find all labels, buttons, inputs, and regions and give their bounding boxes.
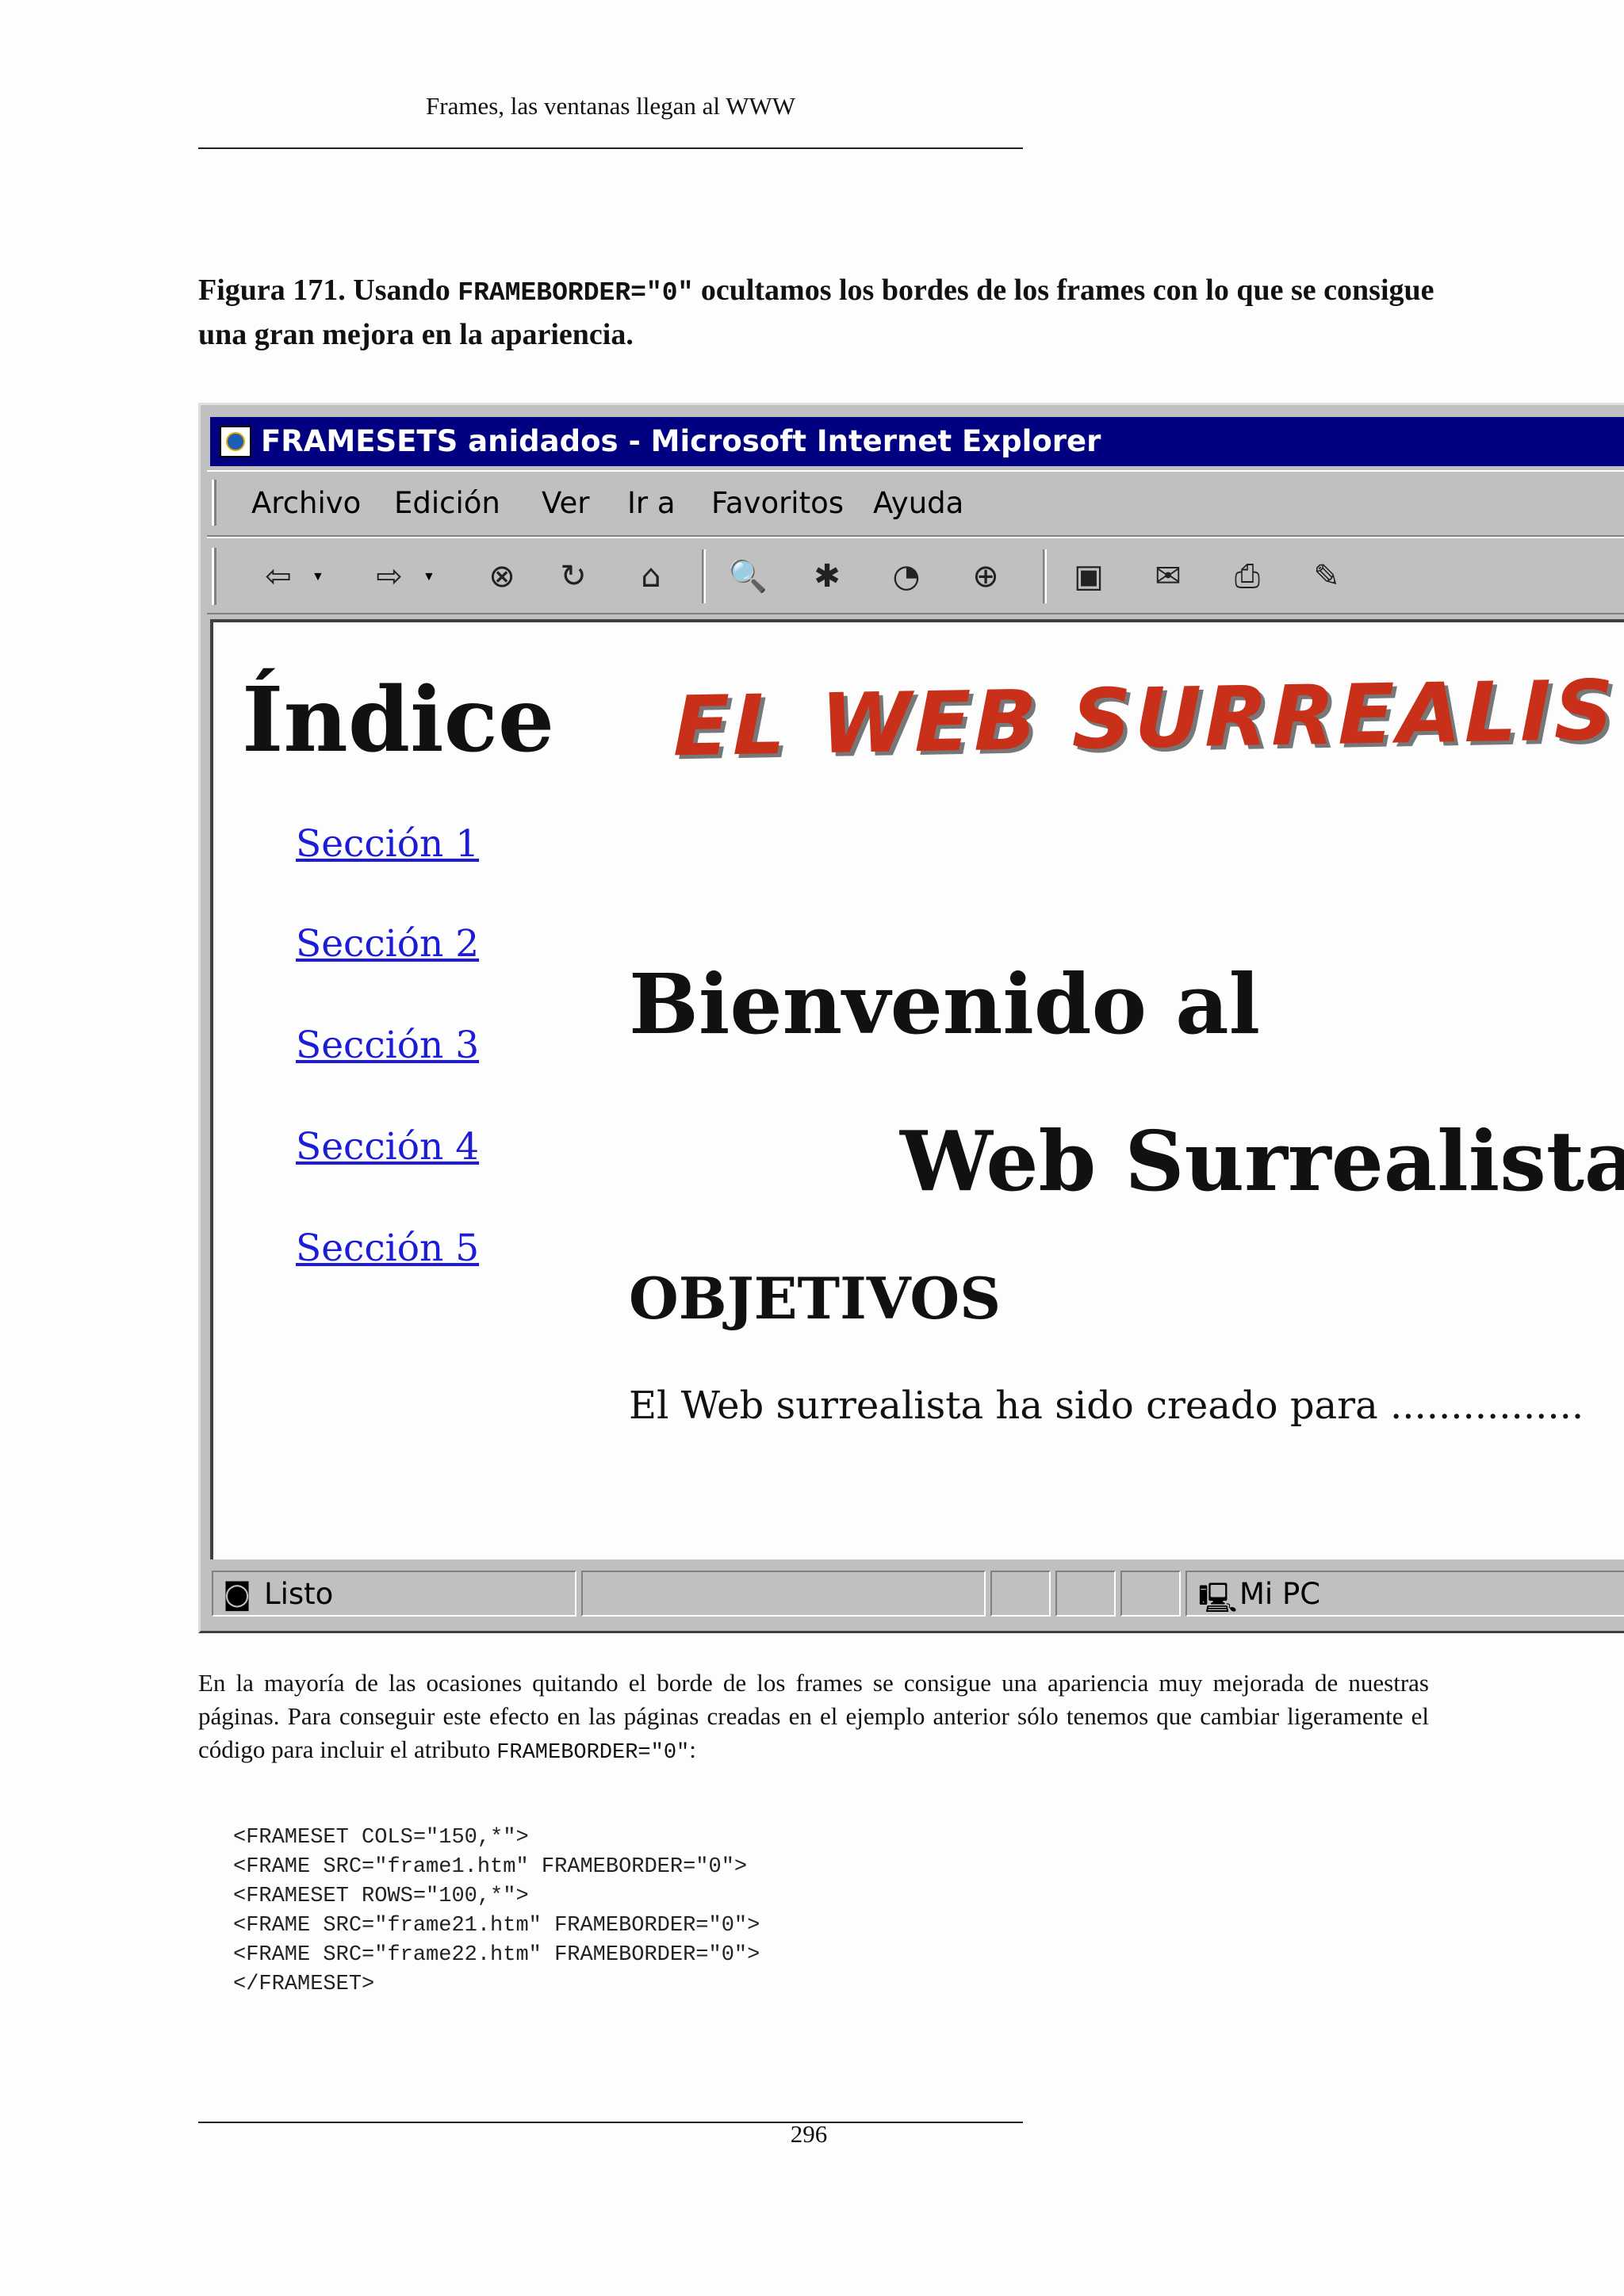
status-bar: ◙ Listo 🖳 Mi PC — [207, 1567, 1624, 1620]
edit-icon[interactable]: ✎ — [1301, 553, 1352, 600]
back-dropdown-icon[interactable]: ▼ — [312, 570, 324, 584]
stop-icon[interactable]: ⊗ — [477, 553, 527, 600]
home-icon[interactable]: ⌂ — [626, 553, 676, 600]
content-area: Índice Sección 1 Sección 2 Sección 3 Sec… — [210, 619, 1624, 1559]
favorites-icon[interactable]: ✱ — [802, 553, 852, 600]
status-panel — [1120, 1571, 1181, 1617]
code-line: <FRAME SRC="frame22.htm" FRAMEBORDER="0"… — [233, 1943, 760, 1967]
forward-icon[interactable]: ⇨ — [364, 553, 415, 600]
section-link-4[interactable]: Sección 4 — [296, 1125, 479, 1169]
page-icon: ◙ — [223, 1577, 251, 1611]
ie-logo-icon — [220, 426, 251, 457]
forward-dropdown-icon[interactable]: ▼ — [423, 570, 435, 584]
paragraph-end: : — [689, 1735, 696, 1763]
search-icon[interactable]: 🔍 — [722, 553, 773, 600]
print-icon[interactable]: ⎙ — [1222, 553, 1273, 600]
code-line: </FRAMESET> — [233, 1973, 375, 1996]
toolbar: ⇦ ▼ ⇨ ▼ ⊗ ↻ ⌂ 🔍 ✱ ◔ ⊕ ▣ ✉ ⎙ ✎ — [207, 537, 1624, 614]
header-rule — [198, 147, 1023, 149]
zone-text: Mi PC — [1239, 1577, 1321, 1611]
paragraph-code: FRAMEBORDER="0" — [496, 1741, 690, 1765]
code-line: <FRAME SRC="frame1.htm" FRAMEBORDER="0"> — [233, 1855, 748, 1879]
status-text: Listo — [264, 1577, 334, 1611]
caption-label: Figura 171. — [198, 274, 346, 307]
code-listing: <FRAMESET COLS="150,*"> <FRAME SRC="frame… — [233, 1823, 760, 1999]
menu-grip[interactable] — [212, 480, 216, 526]
menu-favoritos[interactable]: Favoritos — [711, 486, 844, 520]
status-panel-progress — [581, 1571, 986, 1617]
mail-icon[interactable]: ✉ — [1143, 553, 1193, 600]
welcome-line-2: Web Surrealista — [900, 1112, 1624, 1210]
site-banner: EL WEB SURREALIS — [673, 661, 1617, 775]
code-line: <FRAMESET ROWS="100,*"> — [233, 1885, 529, 1908]
toolbar-separator — [1043, 549, 1047, 603]
refresh-icon[interactable]: ↻ — [548, 553, 599, 600]
status-panel — [990, 1571, 1051, 1617]
toolbar-separator — [702, 549, 706, 603]
section-link-2[interactable]: Sección 2 — [296, 922, 479, 966]
welcome-line-1: Bienvenido al — [629, 955, 1261, 1053]
code-line: <FRAMESET COLS="150,*"> — [233, 1826, 529, 1850]
channels-icon[interactable]: ⊕ — [960, 553, 1011, 600]
objectives-heading: OBJETIVOS — [629, 1265, 1002, 1332]
window-title: FRAMESETS anidados - Microsoft Internet … — [261, 424, 1101, 458]
menu-bar: Archivo Edición Ver Ir a Favoritos Ayuda — [207, 470, 1624, 537]
computer-icon: 🖳 — [1198, 1581, 1238, 1615]
section-link-1[interactable]: Sección 1 — [296, 822, 479, 866]
browser-window: FRAMESETS anidados - Microsoft Internet … — [198, 403, 1624, 1633]
caption-code: FRAMEBORDER="0" — [458, 278, 694, 308]
figure-caption: Figura 171. Usando FRAMEBORDER="0" ocult… — [198, 270, 1435, 355]
status-panel — [1055, 1571, 1116, 1617]
menu-archivo[interactable]: Archivo — [251, 486, 361, 520]
menu-edicion[interactable]: Edición — [394, 486, 500, 520]
menu-ayuda[interactable]: Ayuda — [873, 486, 963, 520]
body-paragraph: En la mayoría de las ocasiones quitando … — [198, 1667, 1429, 1770]
menu-ir-a[interactable]: Ir a — [627, 486, 676, 520]
caption-text-before: Usando — [353, 274, 450, 307]
menu-ver[interactable]: Ver — [542, 486, 589, 520]
section-link-5[interactable]: Sección 5 — [296, 1226, 479, 1270]
history-icon[interactable]: ◔ — [881, 553, 932, 600]
paragraph-text: En la mayoría de las ocasiones quitando … — [198, 1669, 1429, 1763]
index-title: Índice — [242, 668, 555, 772]
page-number: 296 — [790, 2120, 828, 2148]
toolbar-grip[interactable] — [212, 548, 216, 605]
code-line: <FRAME SRC="frame21.htm" FRAMEBORDER="0"… — [233, 1914, 760, 1938]
objectives-text: El Web surrealista ha sido creado para .… — [629, 1383, 1584, 1428]
section-link-3[interactable]: Sección 3 — [296, 1024, 479, 1067]
fullscreen-icon[interactable]: ▣ — [1063, 553, 1114, 600]
title-bar: FRAMESETS anidados - Microsoft Internet … — [210, 417, 1624, 466]
back-icon[interactable]: ⇦ — [253, 553, 304, 600]
running-header: Frames, las ventanas llegan al WWW — [426, 92, 795, 120]
